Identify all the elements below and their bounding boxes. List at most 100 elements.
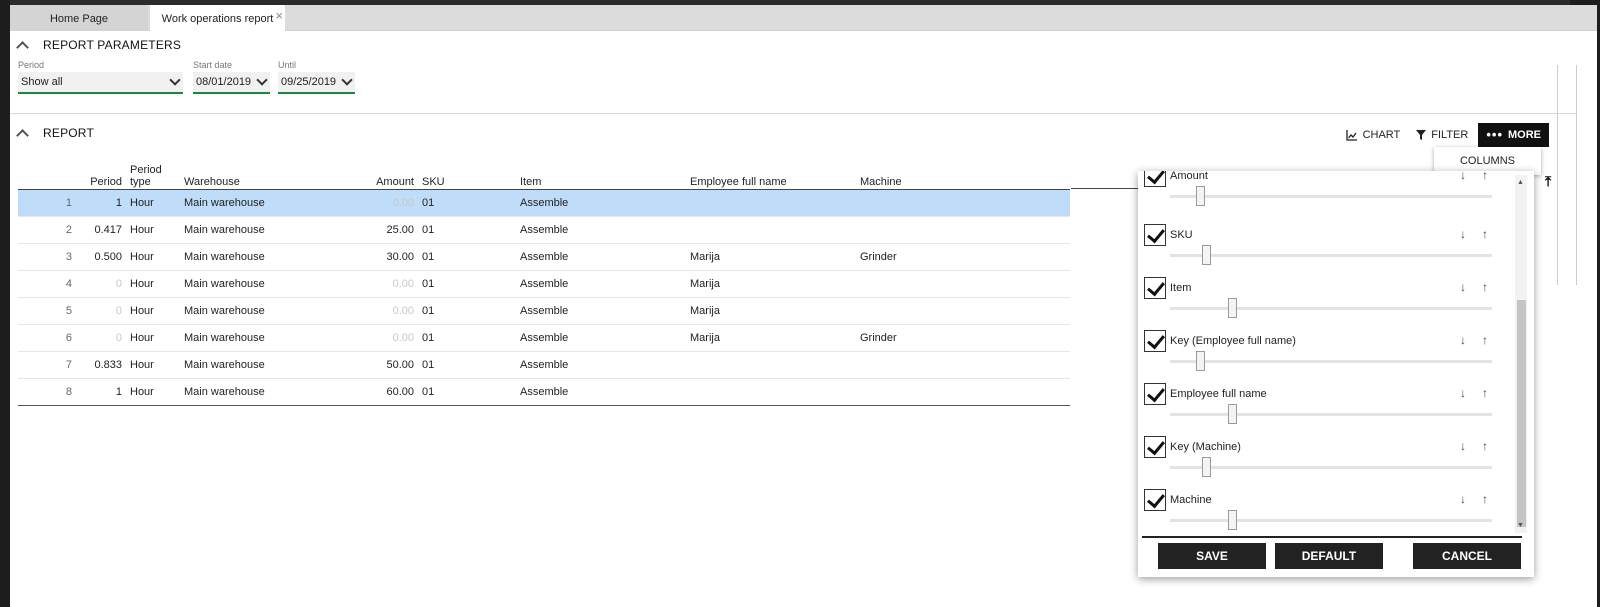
row-index-cell: 7 — [18, 351, 76, 379]
table-row[interactable]: 8 1 Hour Main warehouse 60.00 01 Assemble — [18, 378, 1070, 406]
move-up-icon[interactable]: ↑ — [1482, 227, 1488, 241]
chevron-up-icon[interactable] — [15, 38, 29, 52]
header-warehouse[interactable]: Warehouse — [180, 155, 340, 190]
row-index-cell: 1 — [18, 189, 76, 217]
column-checkbox[interactable] — [1144, 277, 1166, 299]
app-window: Home Page Work operations report × REPOR… — [10, 5, 1597, 607]
table-row[interactable]: 6 0 Hour Main warehouse 0.00 01 Assemble Marija… — [18, 324, 1070, 352]
left-edge — [0, 0, 10, 607]
header-sku[interactable]: SKU — [418, 155, 516, 190]
sku-cell: 01 — [418, 324, 516, 352]
start-date-value: 08/01/2019 — [196, 76, 252, 88]
report-header[interactable]: REPORT — [10, 123, 94, 143]
header-item[interactable]: Item — [516, 155, 686, 190]
column-width-slider[interactable] — [1170, 245, 1492, 265]
tab-label: Home Page — [49, 13, 109, 25]
slider-thumb[interactable] — [1196, 351, 1205, 371]
side-scrollbar[interactable] — [1557, 65, 1577, 285]
header-amount[interactable]: Amount — [340, 155, 418, 190]
until-date-field[interactable]: 09/25/2019 — [278, 72, 355, 94]
panel-divider — [1142, 536, 1522, 538]
column-width-slider[interactable] — [1170, 404, 1492, 424]
warehouse-cell: Main warehouse — [180, 189, 340, 217]
table-row[interactable]: 5 0 Hour Main warehouse 0.00 01 Assemble Marija — [18, 297, 1070, 325]
column-checkbox[interactable] — [1144, 171, 1166, 187]
column-width-slider[interactable] — [1170, 186, 1492, 206]
move-up-icon[interactable]: ↑ — [1482, 386, 1488, 400]
move-down-icon[interactable]: ↓ — [1460, 171, 1466, 182]
table-row[interactable]: 2 0.417 Hour Main warehouse 25.00 01 Assemble — [18, 216, 1070, 244]
chart-button[interactable]: CHART — [1338, 123, 1409, 147]
machine-cell: Grinder — [856, 324, 1070, 352]
header-employee[interactable]: Employee full name — [686, 155, 856, 190]
table-row[interactable]: 7 0.833 Hour Main warehouse 50.00 01 Assemble — [18, 351, 1070, 379]
period-select[interactable]: Show all — [18, 72, 183, 94]
scroll-thumb[interactable] — [1517, 300, 1526, 527]
close-icon[interactable]: × — [275, 2, 283, 30]
period-type-cell: Hour — [126, 216, 180, 244]
column-checkbox[interactable] — [1144, 330, 1166, 352]
slider-thumb[interactable] — [1228, 298, 1237, 318]
column-width-slider[interactable] — [1170, 457, 1492, 477]
column-option: SKU ↓ ↑ — [1144, 224, 1509, 277]
scroll-up-icon[interactable]: ▲ — [1517, 179, 1524, 186]
report-parameters-header[interactable]: REPORT PARAMETERS — [10, 35, 181, 55]
slider-thumb[interactable] — [1202, 245, 1211, 265]
header-machine[interactable]: Machine — [856, 155, 1070, 190]
sku-cell: 01 — [418, 243, 516, 271]
column-checkbox[interactable] — [1144, 224, 1166, 246]
period-cell: 0.500 — [76, 243, 126, 271]
more-button[interactable]: ••• MORE — [1478, 123, 1549, 147]
move-up-icon[interactable]: ↑ — [1482, 333, 1488, 347]
slider-thumb[interactable] — [1202, 457, 1211, 477]
period-cell: 0.417 — [76, 216, 126, 244]
start-date-field[interactable]: 08/01/2019 — [193, 72, 270, 94]
period-cell: 1 — [76, 189, 126, 217]
header-period[interactable]: Period — [76, 155, 126, 190]
default-button[interactable]: DEFAULT — [1275, 543, 1383, 569]
move-up-icon[interactable]: ↑ — [1482, 439, 1488, 453]
sku-cell: 01 — [418, 189, 516, 217]
column-name: Employee full name — [1170, 388, 1267, 400]
header-period-type[interactable]: Period type — [126, 155, 180, 190]
table-row[interactable]: 3 0.500 Hour Main warehouse 30.00 01 Assemble M… — [18, 243, 1070, 271]
table-row[interactable]: 1 1 Hour Main warehouse 0.00 01 Assemble — [18, 189, 1070, 217]
period-type-cell: Hour — [126, 270, 180, 298]
amount-cell: 0.00 — [340, 189, 418, 217]
move-down-icon[interactable]: ↓ — [1460, 492, 1466, 506]
column-option: Item ↓ ↑ — [1144, 277, 1509, 330]
move-down-icon[interactable]: ↓ — [1460, 333, 1466, 347]
scroll-down-icon[interactable]: ▼ — [1517, 522, 1524, 529]
tab-home-page[interactable]: Home Page — [10, 5, 148, 31]
column-width-slider[interactable] — [1170, 351, 1492, 371]
column-checkbox[interactable] — [1144, 489, 1166, 511]
slider-thumb[interactable] — [1228, 404, 1237, 424]
slider-thumb[interactable] — [1196, 186, 1205, 206]
filter-button[interactable]: FILTER — [1408, 123, 1476, 147]
report-toolbar: CHART FILTER ••• MORE — [1338, 123, 1549, 147]
column-checkbox[interactable] — [1144, 383, 1166, 405]
column-checkbox[interactable] — [1144, 436, 1166, 458]
machine-cell — [856, 189, 1070, 217]
warehouse-cell: Main warehouse — [180, 216, 340, 244]
move-up-icon[interactable]: ↑ — [1482, 280, 1488, 294]
until-value: 09/25/2019 — [281, 76, 337, 88]
column-width-slider[interactable] — [1170, 298, 1492, 318]
tab-work-operations-report[interactable]: Work operations report × — [150, 5, 285, 32]
chevron-up-icon[interactable] — [15, 126, 29, 140]
save-button[interactable]: SAVE — [1158, 543, 1266, 569]
column-width-slider[interactable] — [1170, 510, 1492, 530]
scroll-to-top-icon[interactable]: ⤒ — [1545, 173, 1551, 190]
column-option: Machine ↓ ↑ — [1144, 489, 1509, 542]
move-down-icon[interactable]: ↓ — [1460, 227, 1466, 241]
move-up-icon[interactable]: ↑ — [1482, 171, 1488, 182]
move-down-icon[interactable]: ↓ — [1460, 280, 1466, 294]
cancel-button[interactable]: CANCEL — [1413, 543, 1521, 569]
start-date-param: Start date 08/01/2019 — [193, 60, 270, 94]
slider-thumb[interactable] — [1228, 510, 1237, 530]
move-down-icon[interactable]: ↓ — [1460, 386, 1466, 400]
move-up-icon[interactable]: ↑ — [1482, 492, 1488, 506]
columns-scrollbar[interactable]: ▲ ▼ — [1515, 175, 1527, 533]
move-down-icon[interactable]: ↓ — [1460, 439, 1466, 453]
table-row[interactable]: 4 0 Hour Main warehouse 0.00 01 Assemble Marija — [18, 270, 1070, 298]
